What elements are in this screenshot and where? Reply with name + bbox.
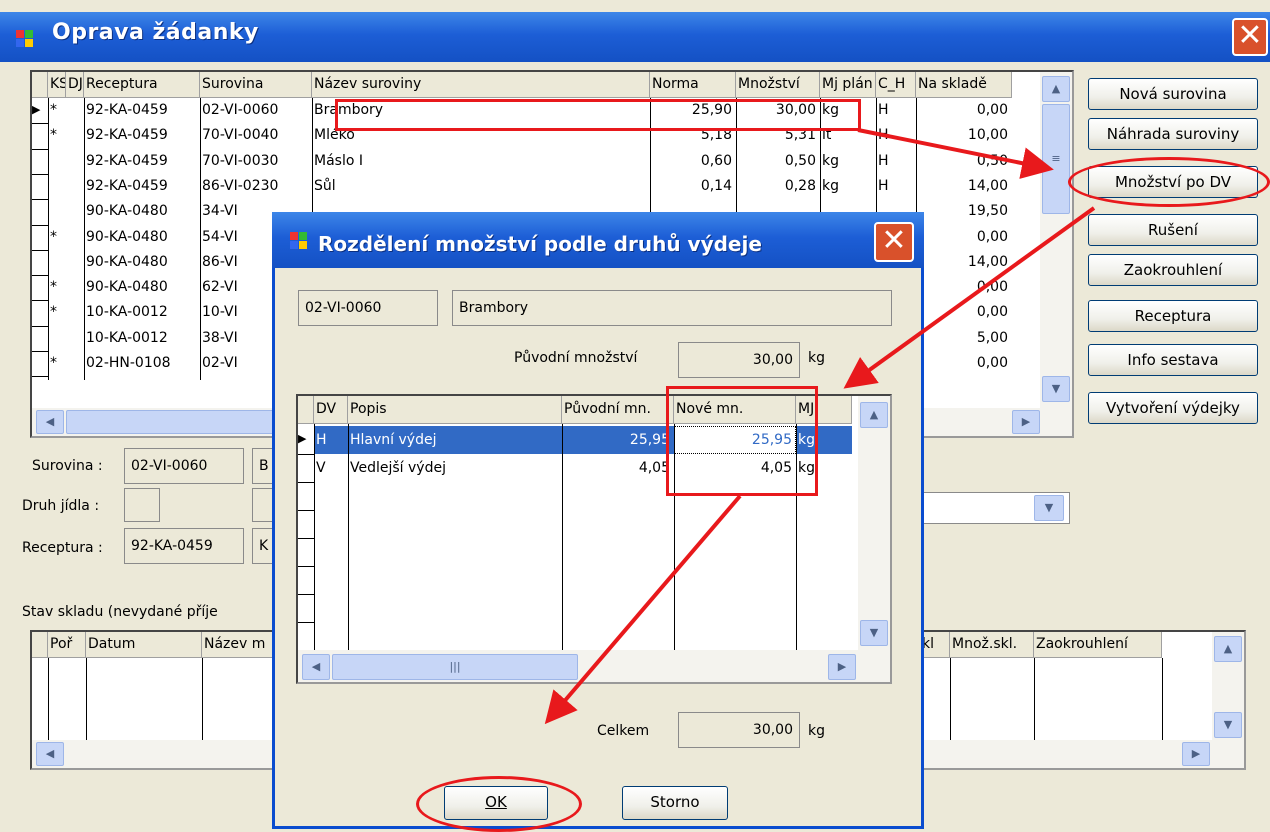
annotation-arrows xyxy=(544,128,1096,725)
